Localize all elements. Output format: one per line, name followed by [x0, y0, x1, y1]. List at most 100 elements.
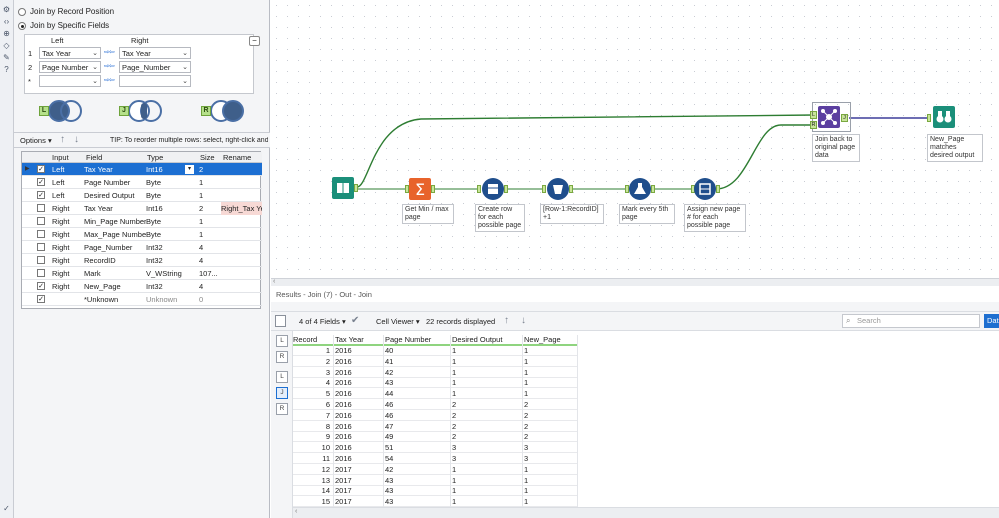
- table-row[interactable]: 12 2017 42 1 1: [293, 465, 577, 475]
- annotation-icon[interactable]: ✎: [2, 53, 11, 62]
- workflow-icon[interactable]: ⊕: [2, 29, 11, 38]
- field-row[interactable]: ▶ ✓ Left Tax Year Int16 ▾ 2: [22, 163, 262, 176]
- table-row[interactable]: 8 2016 47 2 2: [293, 422, 577, 432]
- field-type-cell[interactable]: Int16: [146, 202, 196, 215]
- field-row[interactable]: ✓ *Unknown Unknown 0: [22, 293, 262, 306]
- output-anchor[interactable]: [569, 185, 573, 193]
- multi-row-assign-tool[interactable]: [694, 178, 716, 200]
- field-include-checkbox[interactable]: ✓: [37, 282, 45, 290]
- field-type-cell[interactable]: Byte: [146, 215, 196, 228]
- field-type-cell[interactable]: Int32: [146, 241, 196, 254]
- code-icon[interactable]: ‹›: [2, 17, 11, 26]
- right-field-select[interactable]: Page_Number ⌄: [119, 61, 191, 73]
- input-data-tool[interactable]: [332, 177, 354, 199]
- table-row[interactable]: 10 2016 51 3 3: [293, 443, 577, 454]
- right-field-select[interactable]: Tax Year ⌄: [119, 47, 191, 59]
- field-size-cell[interactable]: 4: [199, 254, 221, 267]
- table-row[interactable]: 9 2016 49 2 2: [293, 432, 577, 443]
- field-rename-cell[interactable]: [221, 163, 262, 176]
- field-size-cell[interactable]: 1: [199, 189, 221, 202]
- field-rename-cell[interactable]: [221, 189, 262, 202]
- table-row[interactable]: 14 2017 43 1 1: [293, 486, 577, 497]
- options-dropdown[interactable]: Options ▾: [20, 136, 52, 145]
- field-include-checkbox[interactable]: [37, 269, 45, 277]
- workflow-canvas[interactable]: Σ Get Min / max page Create row for each…: [271, 0, 999, 278]
- field-size-cell[interactable]: 0: [199, 293, 221, 306]
- join-tool[interactable]: [818, 106, 840, 128]
- join-by-record-position-radio[interactable]: Join by Record Position: [18, 7, 114, 16]
- scroll-left-icon[interactable]: ‹: [273, 278, 275, 285]
- left-field-select[interactable]: Tax Year ⌄: [39, 47, 101, 59]
- tag-icon[interactable]: ◇: [2, 41, 11, 50]
- field-row[interactable]: Right Mark V_WString 107...: [22, 267, 262, 280]
- type-dropdown-icon[interactable]: ▾: [185, 165, 194, 174]
- field-size-cell[interactable]: 1: [199, 215, 221, 228]
- right-field-select[interactable]: ⌄: [119, 75, 191, 87]
- field-rename-cell[interactable]: [221, 293, 262, 306]
- field-include-checkbox[interactable]: [37, 230, 45, 238]
- field-size-cell[interactable]: 1: [199, 228, 221, 241]
- field-row[interactable]: Right RecordID Int32 4: [22, 254, 262, 267]
- field-row[interactable]: Right Page_Number Int32 4: [22, 241, 262, 254]
- move-up-arrow-icon[interactable]: ↑: [60, 134, 65, 145]
- input-anchor[interactable]: [542, 185, 546, 193]
- table-row[interactable]: 1 2016 40 1 1: [293, 346, 577, 356]
- field-row[interactable]: Right Max_Page Number Byte 1: [22, 228, 262, 241]
- field-include-checkbox[interactable]: ✓: [37, 191, 45, 199]
- field-type-cell[interactable]: Byte: [146, 176, 196, 189]
- field-rename-cell[interactable]: [221, 215, 262, 228]
- results-horizontal-scrollbar[interactable]: ‹: [293, 507, 999, 518]
- field-include-checkbox[interactable]: [37, 243, 45, 251]
- arrow-down-icon[interactable]: ↓: [521, 315, 526, 326]
- fields-dropdown[interactable]: 4 of 4 Fields ▾: [299, 317, 346, 326]
- move-down-arrow-icon[interactable]: ↓: [74, 134, 79, 145]
- field-size-cell[interactable]: 4: [199, 241, 221, 254]
- table-row[interactable]: 15 2017 43 1 1: [293, 497, 577, 508]
- field-type-cell[interactable]: Int32: [146, 280, 196, 293]
- arrow-up-icon[interactable]: ↑: [504, 315, 509, 326]
- table-row[interactable]: 3 2016 42 1 1: [293, 368, 577, 378]
- output-anchor[interactable]: [716, 185, 720, 193]
- field-size-cell[interactable]: 107...: [199, 267, 221, 280]
- tab-right-input[interactable]: R: [276, 351, 288, 363]
- scroll-left-icon[interactable]: ‹: [295, 508, 297, 515]
- input-anchor[interactable]: [477, 185, 481, 193]
- field-rename-cell[interactable]: [221, 254, 262, 267]
- join-by-specific-fields-radio[interactable]: Join by Specific Fields: [18, 21, 109, 30]
- field-size-cell[interactable]: 4: [199, 280, 221, 293]
- table-row[interactable]: 5 2016 44 1 1: [293, 389, 577, 400]
- table-row[interactable]: 7 2016 46 2 2: [293, 411, 577, 421]
- field-include-checkbox[interactable]: ✓: [37, 178, 45, 186]
- field-include-checkbox[interactable]: ✓: [37, 295, 45, 303]
- tab-right-output[interactable]: R: [276, 403, 288, 415]
- field-type-cell[interactable]: Byte: [146, 189, 196, 202]
- summarize-tool[interactable]: Σ: [409, 178, 431, 200]
- help-icon[interactable]: ?: [2, 65, 11, 74]
- field-row[interactable]: ✓ Left Page Number Byte 1: [22, 176, 262, 189]
- field-row[interactable]: ✓ Right New_Page Int32 4: [22, 280, 262, 293]
- field-size-cell[interactable]: 2: [199, 163, 221, 176]
- field-type-cell[interactable]: V_WString: [146, 267, 196, 280]
- field-type-cell[interactable]: Byte: [146, 228, 196, 241]
- output-anchor[interactable]: [354, 184, 358, 192]
- results-search-input[interactable]: ⌕ Search: [842, 314, 980, 328]
- table-row[interactable]: 4 2016 43 1 1: [293, 378, 577, 389]
- field-include-checkbox[interactable]: [37, 217, 45, 225]
- table-row[interactable]: 13 2017 43 1 1: [293, 476, 577, 486]
- cell-viewer-dropdown[interactable]: Cell Viewer ▾: [376, 317, 420, 326]
- field-rename-cell[interactable]: [221, 228, 262, 241]
- field-include-checkbox[interactable]: ✓: [37, 165, 45, 173]
- gear-icon[interactable]: ⚙: [2, 5, 11, 14]
- canvas-horizontal-scrollbar[interactable]: ‹: [271, 278, 999, 286]
- field-row[interactable]: Right Min_Page Number Byte 1: [22, 215, 262, 228]
- generate-rows-tool[interactable]: [482, 178, 504, 200]
- output-anchor[interactable]: [431, 185, 435, 193]
- field-type-cell[interactable]: Unknown: [146, 293, 196, 306]
- browse-tool[interactable]: [933, 106, 955, 128]
- field-row[interactable]: ✓ Left Desired Output Byte 1: [22, 189, 262, 202]
- field-include-checkbox[interactable]: [37, 256, 45, 264]
- join-output-anchor[interactable]: J: [841, 114, 848, 122]
- field-rename-cell[interactable]: [221, 176, 262, 189]
- field-include-checkbox[interactable]: [37, 204, 45, 212]
- checkmark-icon[interactable]: ✔: [351, 315, 359, 326]
